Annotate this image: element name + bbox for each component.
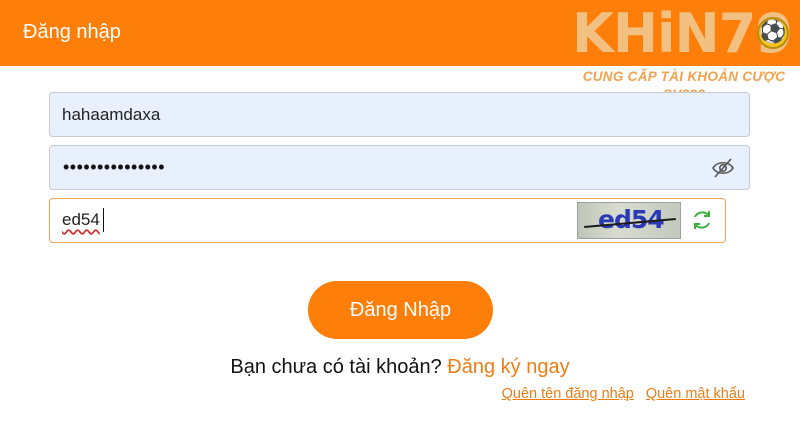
soccer-ball-icon: ⚽ [757, 17, 789, 49]
text-caret [103, 208, 104, 232]
signup-link[interactable]: Đăng ký ngay [447, 356, 569, 378]
forgot-links: Quên tên đăng nhập Quên mật khẩu [502, 386, 745, 402]
eye-slash-icon[interactable] [711, 157, 735, 179]
captcha-field[interactable]: ed54 ed54 [49, 198, 726, 243]
password-input[interactable]: ••••••••••••••• [63, 157, 165, 178]
signup-prompt-row: Bạn chưa có tài khoản? Đăng ký ngay [0, 356, 800, 379]
forgot-username-link[interactable]: Quên tên đăng nhập [502, 386, 634, 402]
captcha-input[interactable]: ed54 [62, 210, 100, 230]
refresh-icon[interactable] [690, 208, 714, 232]
captcha-image: ed54 [577, 202, 681, 239]
login-button[interactable]: Đăng Nhập [308, 281, 493, 339]
page-title: Đăng nhập [23, 21, 121, 43]
username-field[interactable] [49, 92, 750, 137]
username-input[interactable] [62, 93, 662, 136]
forgot-password-link[interactable]: Quên mật khẩu [646, 386, 745, 402]
brand-logo: KHiN79 ⚽ CUNG CẤP TÀI KHOẢN CƯỢC SV388 [568, 2, 800, 104]
signup-prompt-text: Bạn chưa có tài khoản? [230, 356, 442, 378]
password-field[interactable]: ••••••••••••••• [49, 145, 750, 190]
